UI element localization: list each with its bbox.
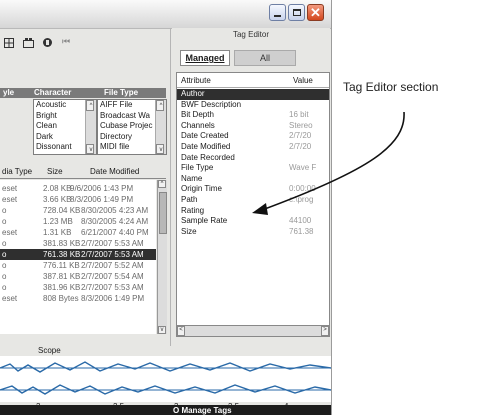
tag-row[interactable]: Size 761.38 — [177, 227, 329, 238]
character-scrollbar[interactable]: ^ v — [85, 100, 96, 154]
scroll-right-icon[interactable]: > — [321, 326, 329, 336]
scroll-down-icon[interactable]: v — [86, 143, 94, 154]
filetype-scrollbar[interactable]: ^ v — [155, 100, 166, 154]
scroll-up-icon[interactable]: ^ — [86, 100, 94, 111]
scroll-up-icon[interactable]: ^ — [158, 180, 166, 188]
scroll-left-icon[interactable]: < — [177, 326, 185, 336]
rewind-icon[interactable]: ⏮ — [62, 36, 70, 47]
scroll-down-icon[interactable]: v — [158, 326, 166, 334]
scroll-up-icon[interactable]: ^ — [156, 100, 164, 111]
tag-table-header: Attribute Value — [177, 75, 329, 88]
table-row[interactable]: o 387.81 KB 2/7/2007 5:54 AM — [0, 271, 156, 282]
maximize-icon — [292, 9, 301, 16]
file-list: eset 2.08 KB 9/6/2006 1:43 PM eset 3.66 KB 8… — [0, 180, 156, 334]
filter-header-character[interactable]: Character — [34, 88, 71, 98]
filter-header-filetype[interactable]: File Type — [104, 88, 138, 98]
column-media-type[interactable]: dia Type — [2, 167, 32, 176]
minimize-button[interactable] — [269, 4, 286, 21]
filter-header-style[interactable]: yle — [3, 88, 14, 98]
callout-label: Tag Editor section — [343, 80, 439, 94]
table-row[interactable]: eset 2.08 KB 9/6/2006 1:43 PM — [0, 183, 156, 194]
tab-managed[interactable]: Managed — [180, 50, 230, 66]
tag-row-selected[interactable]: Author — [177, 89, 329, 100]
file-list-scrollbar[interactable]: ^ v — [157, 180, 167, 334]
grid-icon[interactable] — [4, 38, 14, 48]
maximize-button[interactable] — [288, 4, 305, 21]
table-row[interactable]: eset 3.66 KB 8/3/2006 1:49 PM — [0, 194, 156, 205]
table-row[interactable]: o 1.23 MB 8/30/2005 4:24 AM — [0, 216, 156, 227]
title-bar: ✕ — [0, 0, 331, 29]
scroll-thumb[interactable] — [159, 192, 167, 234]
scope-label: Scope — [38, 346, 61, 355]
panel-divider[interactable] — [170, 28, 171, 346]
file-list-header: dia Type Size Date Modified — [0, 166, 166, 179]
column-date-modified[interactable]: Date Modified — [90, 167, 139, 176]
minimize-icon — [274, 14, 281, 17]
table-row-selected[interactable]: o 761.38 KB 2/7/2007 5:53 AM — [0, 249, 156, 260]
scroll-down-icon[interactable]: v — [156, 143, 164, 154]
column-size[interactable]: Size — [47, 167, 63, 176]
column-value[interactable]: Value — [293, 76, 313, 85]
close-button[interactable]: ✕ — [307, 4, 324, 21]
toolbar: ⏮ — [0, 32, 170, 54]
preview-icon[interactable] — [42, 37, 53, 48]
close-icon: ✕ — [310, 5, 321, 20]
waveform[interactable] — [0, 356, 331, 402]
table-row[interactable]: o 381.83 KB 2/7/2007 5:53 AM — [0, 238, 156, 249]
table-row[interactable]: eset 808 Bytes 8/3/2006 1:49 PM — [0, 293, 156, 304]
table-row[interactable]: o 728.04 KB 8/30/2005 4:23 AM — [0, 205, 156, 216]
tag-editor-title: Tag Editor — [232, 30, 270, 39]
character-list[interactable]: Acoustic Bright Clean Dark Dissonant ^ v — [33, 99, 97, 155]
filetype-list[interactable]: AIFF File Broadcast Wa Cubase Projec Dir… — [97, 99, 167, 155]
table-row[interactable]: o 776.11 KB 2/7/2007 5:52 AM — [0, 260, 156, 271]
column-attribute[interactable]: Attribute — [181, 76, 211, 85]
manage-tags-button[interactable]: O Manage Tags — [173, 405, 232, 415]
table-row[interactable]: o 381.96 KB 2/7/2007 5:53 AM — [0, 282, 156, 293]
filter-header: yle Character File Type — [0, 88, 166, 98]
tabs-icon[interactable] — [23, 38, 34, 48]
callout-arrow — [252, 111, 405, 215]
manage-tags-bar: O Manage Tags — [0, 405, 331, 415]
tag-table-hscrollbar[interactable]: < > — [176, 325, 330, 337]
table-row[interactable]: eset 1.31 KB 6/21/2007 4:40 PM — [0, 227, 156, 238]
tab-all[interactable]: All — [234, 50, 296, 66]
